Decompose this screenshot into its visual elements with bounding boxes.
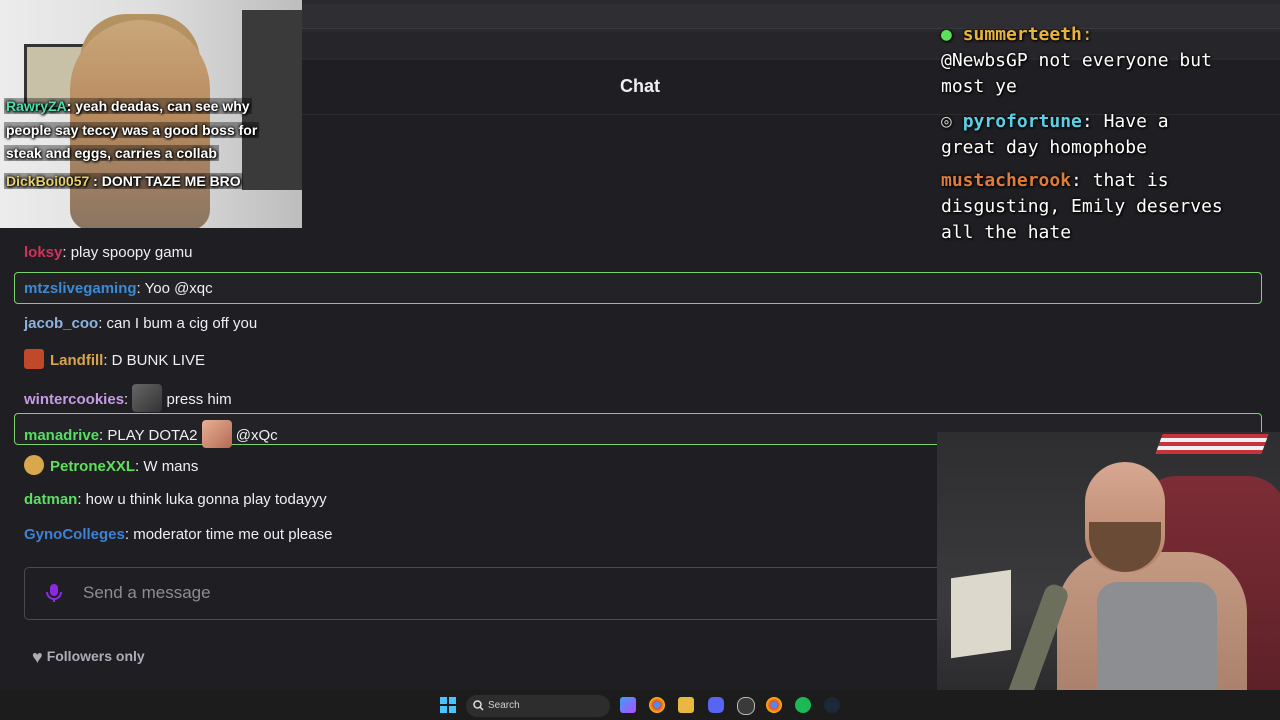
search-icon bbox=[473, 700, 484, 711]
streamer-webcam-left: RawryZA: yeah deadas, can see why people… bbox=[0, 0, 302, 228]
chat-message: wintercookies: press him bbox=[24, 384, 232, 412]
chat-message: Landfill: D BUNK LIVE bbox=[24, 349, 205, 371]
chat-input-placeholder: Send a message bbox=[83, 583, 211, 602]
subscriber-badge-icon[interactable] bbox=[24, 349, 44, 369]
emote-icon: ● bbox=[941, 24, 952, 45]
badge-icon[interactable] bbox=[24, 455, 44, 475]
username[interactable]: jacob_coo bbox=[24, 315, 98, 332]
taskbar: Search bbox=[0, 690, 1280, 720]
taskbar-search[interactable]: Search bbox=[466, 695, 610, 717]
username[interactable]: manadrive bbox=[24, 427, 99, 444]
flag-decor bbox=[1155, 434, 1269, 454]
chat-message: PetroneXXL: W mans bbox=[24, 455, 198, 477]
badge-icon: ◎ bbox=[941, 111, 952, 132]
chat-message: loksy: play spoopy gamu bbox=[24, 244, 193, 261]
emote-icon[interactable] bbox=[201, 420, 232, 448]
streamer-webcam-right bbox=[937, 432, 1280, 720]
followers-only-indicator[interactable]: ♥ Followers only bbox=[32, 647, 145, 668]
app-icon[interactable] bbox=[737, 697, 755, 715]
username[interactable]: mtzslivegaming bbox=[24, 280, 137, 297]
username[interactable]: PetroneXXL bbox=[50, 458, 135, 475]
chat-message: jacob_coo: can I bum a cig off you bbox=[24, 315, 258, 332]
chat-message: GynoColleges: moderator time me out plea… bbox=[24, 526, 333, 543]
discord-icon[interactable] bbox=[708, 697, 724, 713]
overlay-message: DickBoi0057 : DONT TAZE ME BRO bbox=[4, 173, 243, 189]
overlay-message: RawryZA: yeah deadas, can see why bbox=[4, 98, 252, 114]
chat-message: mtzslivegaming: Yoo @xqc bbox=[24, 280, 213, 297]
file-explorer-icon[interactable] bbox=[678, 697, 694, 713]
microphone-icon[interactable] bbox=[43, 582, 65, 604]
heart-icon: ♥ bbox=[32, 647, 43, 667]
chat-message: manadrive: PLAY DOTA2 @xQc bbox=[24, 420, 278, 448]
emote-icon[interactable] bbox=[132, 384, 163, 412]
username[interactable]: GynoColleges bbox=[24, 526, 125, 543]
copilot-icon[interactable] bbox=[620, 697, 636, 713]
overlay-chat-right: ● summerteeth: @NewbsGP not everyone but… bbox=[936, 0, 1280, 250]
overlay-message: steak and eggs, carries a collab bbox=[4, 145, 219, 161]
start-icon[interactable] bbox=[440, 697, 456, 713]
chrome-icon[interactable] bbox=[649, 697, 665, 713]
overlay-message: people say teccy was a good boss for bbox=[4, 122, 260, 138]
overlay-message: mustacherook: that is bbox=[941, 170, 1169, 191]
chat-input[interactable]: Send a message bbox=[24, 567, 946, 620]
username[interactable]: Landfill bbox=[50, 352, 103, 369]
username[interactable]: datman bbox=[24, 491, 77, 508]
username[interactable]: loksy bbox=[24, 244, 62, 261]
steam-icon[interactable] bbox=[824, 697, 840, 713]
chat-message: datman: how u think luka gonna play toda… bbox=[24, 491, 327, 508]
overlay-message: ● summerteeth: bbox=[941, 24, 1093, 45]
username[interactable]: wintercookies bbox=[24, 391, 124, 408]
overlay-message: ◎ pyrofortune: Have a bbox=[941, 111, 1169, 132]
chrome-icon[interactable] bbox=[766, 697, 782, 713]
spotify-icon[interactable] bbox=[795, 697, 811, 713]
chat-title: Chat bbox=[620, 76, 660, 96]
